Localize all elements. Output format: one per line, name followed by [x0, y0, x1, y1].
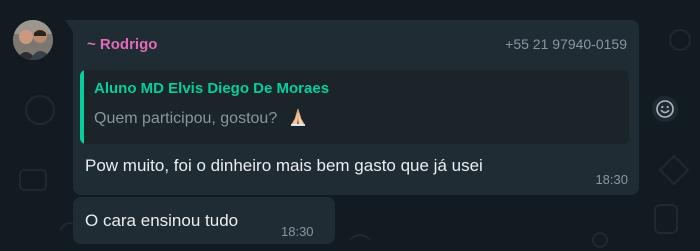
folded-hands-icon — [290, 108, 305, 126]
sender-phone: +55 21 97940-0159 — [505, 36, 627, 52]
message-text: O cara ensinou tudo — [85, 211, 239, 230]
message-time: 18:30 — [595, 172, 628, 187]
message-bubble[interactable]: ~ Rodrigo +55 21 97940-0159 Aluno MD Elv… — [65, 20, 639, 195]
quoted-text-row: Quem participou, gostou? — [94, 107, 308, 128]
smiley-icon — [656, 100, 674, 118]
sender-name[interactable]: ~ Rodrigo — [87, 36, 157, 53]
avatar-photo-icon — [13, 20, 53, 60]
message-text: Pow muito, foi o dinheiro mais bem gasto… — [85, 156, 483, 175]
react-emoji-button[interactable] — [652, 96, 678, 122]
quoted-text: Quem participou, gostou? — [94, 110, 278, 127]
quote-accent-bar — [80, 70, 84, 144]
message-bubble-followup[interactable]: O cara ensinou tudo 18:30 — [73, 197, 335, 244]
quoted-message[interactable]: Aluno MD Elvis Diego De Moraes Quem part… — [80, 70, 629, 144]
message-time: 18:30 — [281, 224, 314, 239]
quoted-author: Aluno MD Elvis Diego De Moraes — [94, 80, 330, 97]
sender-avatar[interactable] — [13, 20, 53, 60]
bubble-tail — [65, 20, 73, 32]
